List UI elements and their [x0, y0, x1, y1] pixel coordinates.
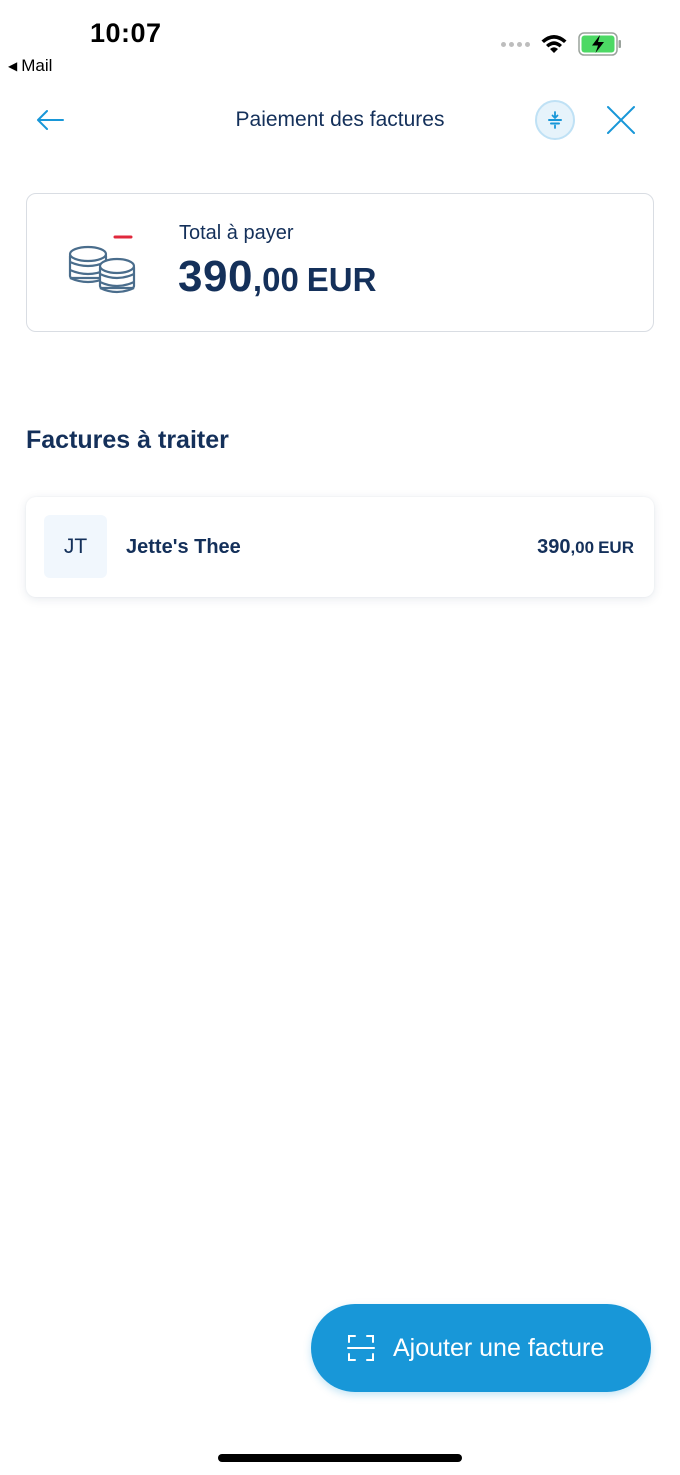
section-title: Factures à traiter [26, 426, 229, 454]
invoice-name: Jette's Thee [126, 536, 241, 558]
invoice-amount: 390,00 EUR [537, 536, 634, 559]
home-indicator[interactable] [218, 1454, 462, 1462]
wifi-icon [541, 35, 567, 53]
close-button[interactable] [602, 101, 640, 139]
total-amount: 390,00 EUR [178, 252, 376, 302]
total-amount-decimal: ,00 [252, 261, 299, 298]
invoice-amount-decimal: ,00 [570, 538, 595, 557]
invoice-currency: EUR [598, 538, 634, 557]
total-card: Total à payer 390,00 EUR [26, 193, 654, 332]
status-indicators [501, 32, 622, 56]
help-button[interactable] [535, 100, 575, 140]
battery-charging-icon [578, 32, 621, 56]
total-label: Total à payer [179, 222, 294, 244]
close-icon [607, 106, 635, 134]
signal-icon [501, 41, 530, 47]
app-screen: 10:07 ◀ Mail Paiement des factures Total… [0, 0, 680, 1475]
back-app-label: Mail [21, 56, 53, 75]
add-invoice-button[interactable]: Ajouter une facture [311, 1304, 651, 1392]
total-amount-integer: 390 [178, 252, 253, 301]
total-currency: EUR [306, 261, 377, 298]
back-triangle-icon: ◀ [8, 59, 18, 73]
scan-icon [347, 1335, 375, 1361]
invoice-amount-integer: 390 [537, 536, 571, 558]
page-title: Paiement des factures [235, 108, 445, 131]
top-nav-bar: Paiement des factures [0, 92, 680, 148]
invoice-avatar: JT [44, 515, 107, 578]
status-time: 10:07 [90, 18, 162, 48]
help-icon [548, 111, 562, 129]
coins-icon [68, 235, 136, 294]
back-to-app-link[interactable]: ◀ Mail [8, 56, 52, 76]
invoice-row[interactable]: JT Jette's Thee 390,00 EUR [26, 497, 654, 597]
add-invoice-label: Ajouter une facture [393, 1333, 605, 1362]
